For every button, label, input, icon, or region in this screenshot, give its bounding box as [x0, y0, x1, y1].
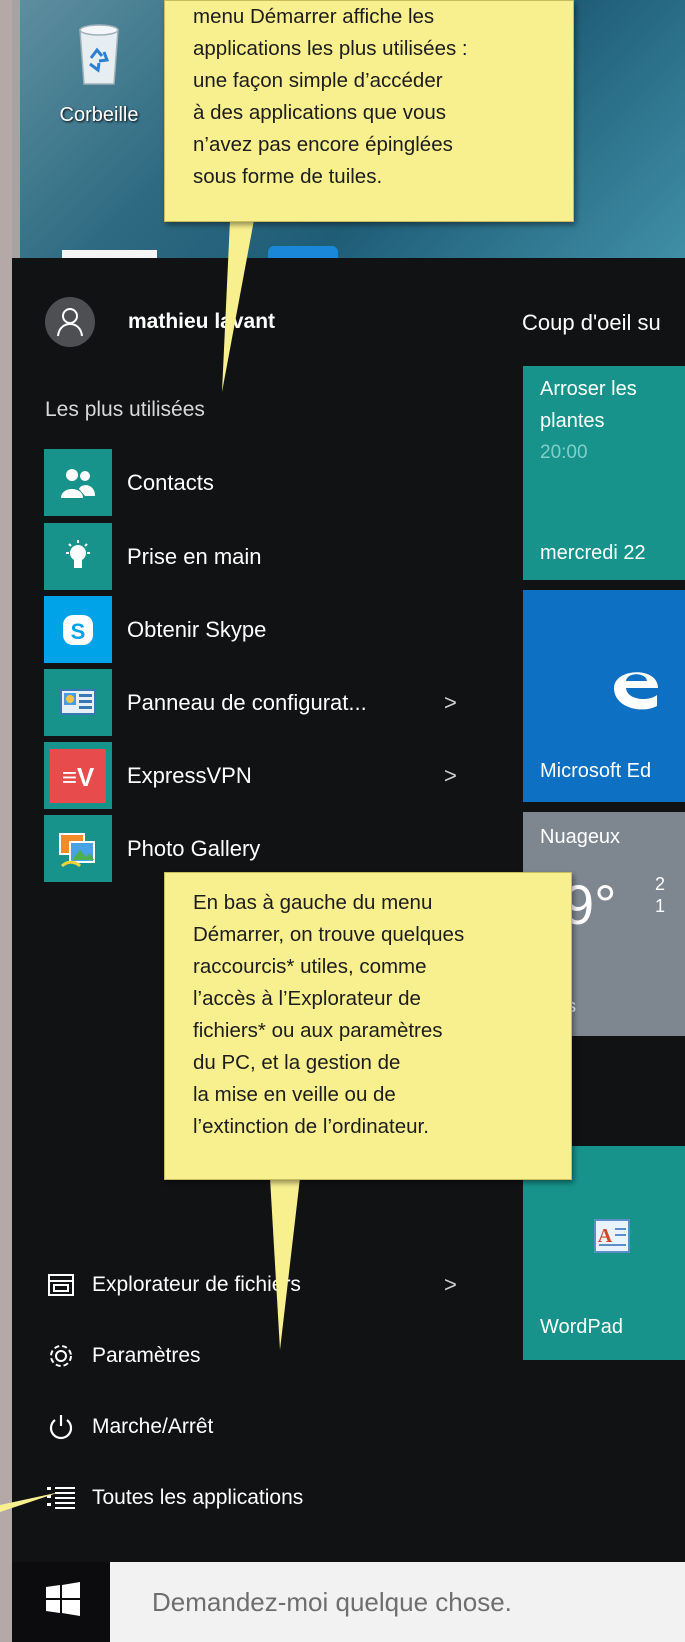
- callout-line: à des applications que vous: [193, 101, 447, 124]
- callout-line: l’accès à l’Explorateur de: [193, 987, 421, 1010]
- callout-most-used: menu Démarrer affiche les applications l…: [164, 0, 574, 222]
- callout-line: Démarrer, on trouve quelques: [193, 923, 465, 946]
- callout-line: raccourcis* utiles, comme: [193, 955, 427, 978]
- callout-line: sous forme de tuiles.: [193, 165, 383, 188]
- callout-line: applications les plus utilisées :: [193, 37, 468, 60]
- callout-line: une façon simple d’accéder: [193, 69, 443, 92]
- callout-line: fichiers* ou aux paramètres: [193, 1019, 443, 1042]
- callout-line: n’avez pas encore épinglées: [193, 133, 453, 156]
- callout-line: En bas à gauche du menu: [193, 891, 433, 914]
- callout-line: l’extinction de l’ordinateur.: [193, 1115, 429, 1138]
- callout-line: menu Démarrer affiche les: [193, 5, 435, 28]
- callout-line: du PC, et la gestion de: [193, 1051, 401, 1074]
- callout-line: la mise en veille ou de: [193, 1083, 396, 1106]
- callout-top-pointer: [0, 220, 300, 1512]
- callout-shortcuts: En bas à gauche du menu Démarrer, on tro…: [164, 872, 572, 1180]
